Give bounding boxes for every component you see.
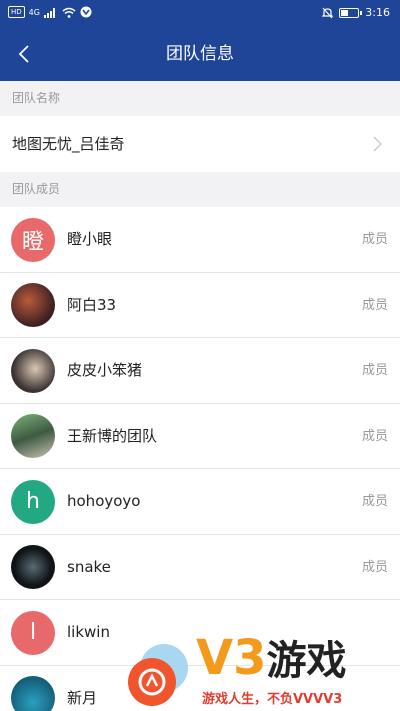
- member-name: hohoyoyo: [67, 492, 141, 510]
- member-role: 成员: [361, 232, 388, 247]
- member-role: 成员: [361, 559, 388, 575]
- avatar: l: [11, 610, 55, 655]
- signal-icon: [43, 7, 55, 18]
- member-row[interactable]: 皮皮小笨猪 成员: [0, 338, 400, 404]
- network-type-label: 4G: [28, 7, 40, 17]
- avatar: h: [11, 479, 55, 524]
- avatar: [11, 414, 55, 458]
- header-bar: 团队信息: [0, 28, 400, 81]
- hd-badge: HD: [8, 6, 25, 18]
- watermark-slogan: 游戏人生，不负VVVV3: [202, 692, 343, 707]
- watermark-brand: V3游戏: [196, 628, 347, 691]
- member-name: 阿白33: [67, 295, 117, 314]
- avatar: [11, 348, 55, 393]
- battery-icon: [339, 7, 363, 18]
- member-name: 新月: [67, 688, 98, 707]
- members-section-label: 团队成员: [0, 172, 400, 207]
- page-title: 团队信息: [166, 44, 234, 64]
- member-name: 皮皮小笨猪: [67, 361, 143, 379]
- member-row[interactable]: 瞪 瞪小眼 成员: [0, 207, 400, 273]
- team-name: 地图无忧_吕佳奇: [12, 135, 125, 153]
- watermark-logo-icon: [128, 644, 188, 706]
- status-bar-right: 3:16: [322, 6, 390, 19]
- status-bar-left: HD 4G: [8, 6, 92, 18]
- avatar: 瞪: [11, 217, 55, 262]
- member-name: likwin: [67, 623, 110, 641]
- member-role: 成员: [361, 494, 388, 509]
- member-name: 王新博的团队: [67, 426, 158, 445]
- avatar: [11, 676, 55, 711]
- member-row[interactable]: 阿白33 成员: [0, 273, 400, 338]
- avatar: [11, 283, 55, 327]
- member-name: snake: [67, 557, 111, 576]
- watermark-v3: V3: [196, 630, 267, 686]
- avatar: [11, 545, 55, 589]
- member-role: 成员: [361, 428, 388, 444]
- member-row[interactable]: snake 成员: [0, 535, 400, 600]
- member-row[interactable]: h hohoyoyo 成员: [0, 469, 400, 535]
- team-name-row[interactable]: 地图无忧_吕佳奇: [0, 116, 400, 172]
- clock: 3:16: [365, 6, 390, 19]
- watermark: V3游戏 游戏人生，不负VVVV3: [110, 628, 400, 711]
- watermark-game: 游戏: [266, 638, 347, 684]
- chevron-right-icon: [373, 136, 382, 152]
- member-row[interactable]: 王新博的团队 成员: [0, 404, 400, 469]
- app-notification-icon: [80, 6, 92, 18]
- member-role: 成员: [361, 363, 388, 378]
- mute-icon: [322, 7, 334, 18]
- status-bar: HD 4G 3:16: [0, 0, 400, 28]
- member-role: 成员: [361, 297, 388, 313]
- member-name: 瞪小眼: [67, 230, 113, 248]
- wifi-icon: [62, 7, 76, 18]
- team-name-section-label: 团队名称: [0, 81, 400, 116]
